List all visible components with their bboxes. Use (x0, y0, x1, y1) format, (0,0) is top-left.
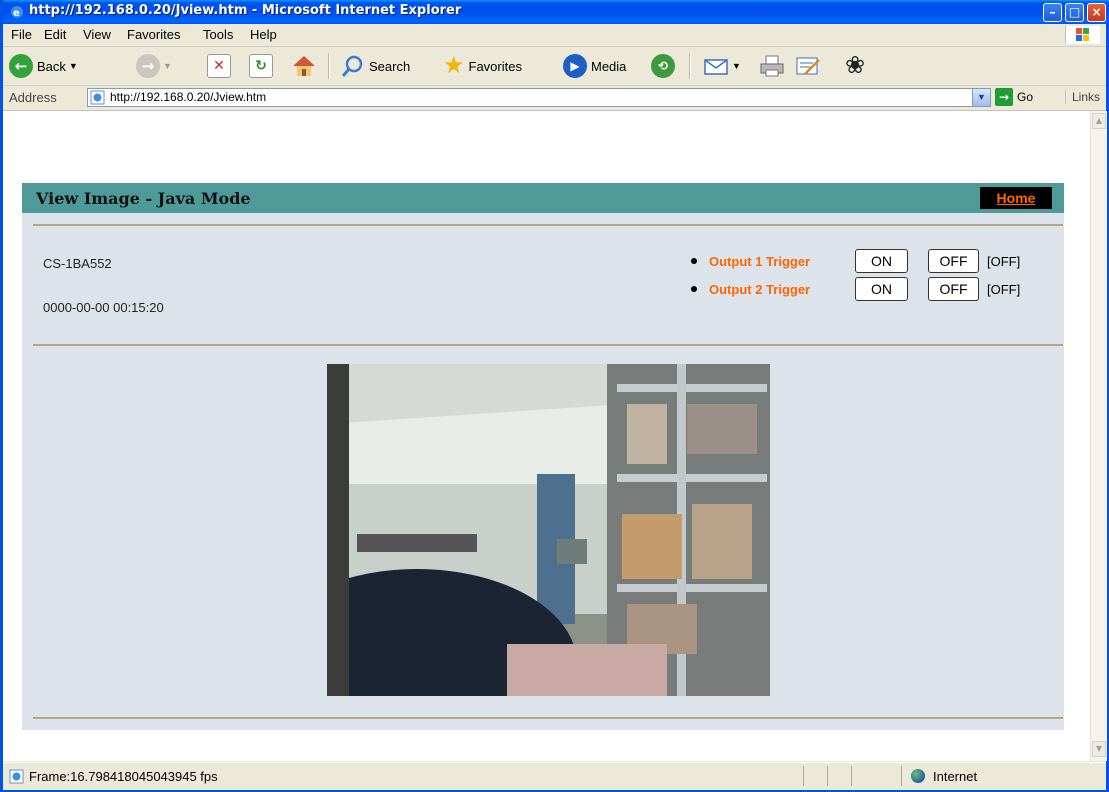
vertical-scrollbar[interactable]: ▲ ▼ (1090, 111, 1107, 761)
refresh-button[interactable]: ↻ (249, 52, 273, 80)
svg-text:e: e (13, 8, 20, 19)
links-button[interactable]: Links (1065, 90, 1100, 104)
zone-text: Internet (933, 769, 978, 784)
divider (33, 344, 1063, 347)
scroll-up-icon[interactable]: ▲ (1092, 113, 1106, 129)
output-1-state: [OFF] (987, 253, 1021, 269)
scroll-down-icon[interactable]: ▼ (1092, 741, 1106, 757)
output-2-row: Output 2 Trigger ON OFF [OFF] (691, 276, 1020, 302)
back-button[interactable]: ← Back ▼ (9, 52, 78, 80)
home-icon (293, 56, 315, 76)
minimize-icon[interactable]: – (1043, 3, 1062, 22)
window-title: http://192.168.0.20/Jview.htm - Microsof… (29, 3, 462, 18)
panel-header: View Image - Java Mode Home (22, 183, 1064, 213)
status-bar: Frame:16.798418045043945 fps Internet (3, 762, 1106, 790)
stop-button[interactable]: ✕ (207, 52, 231, 80)
search-button[interactable]: Search (341, 52, 410, 80)
menu-help[interactable]: Help (250, 27, 277, 42)
menu-edit[interactable]: Edit (44, 27, 66, 42)
home-button[interactable] (291, 52, 317, 80)
status-text: Frame:16.798418045043945 fps (29, 769, 218, 784)
output-2-label: Output 2 Trigger (709, 281, 811, 297)
close-icon[interactable]: × (1087, 3, 1106, 22)
divider (33, 717, 1063, 720)
media-icon: ▶ (563, 54, 587, 78)
address-bar: Address http://192.168.0.20/Jview.htm ▼ … (3, 86, 1106, 111)
edit-button[interactable] (795, 52, 821, 80)
page-icon (9, 769, 24, 784)
printer-icon (760, 55, 784, 77)
address-label: Address (9, 90, 57, 105)
output-1-label: Output 1 Trigger (709, 253, 811, 269)
ie-logo-icon: e (11, 6, 23, 19)
chevron-down-icon[interactable]: ▼ (69, 61, 78, 71)
camera-image (327, 364, 770, 696)
output-2-on-button[interactable]: ON (855, 277, 908, 301)
browser-window: e http://192.168.0.20/Jview.htm - Micros… (0, 0, 1109, 792)
standard-toolbar: ← Back ▼ → ▼ ✕ ↻ Search ★ Favorites ▶ Me… (3, 47, 1106, 86)
refresh-icon: ↻ (249, 54, 273, 78)
chevron-down-icon[interactable]: ▼ (163, 61, 172, 71)
chevron-down-icon[interactable]: ▼ (732, 61, 741, 71)
device-name: CS-1BA552 (43, 256, 112, 271)
mail-button[interactable]: ▼ (703, 52, 741, 80)
output-1-off-button[interactable]: OFF (928, 249, 979, 273)
menu-bar: File Edit View Favorites Tools Help (3, 24, 1106, 47)
back-arrow-icon: ← (9, 54, 33, 78)
windows-logo-icon (1065, 26, 1100, 44)
messenger-button[interactable]: ❀ (845, 52, 865, 80)
menu-favorites[interactable]: Favorites (127, 27, 180, 42)
title-bar[interactable]: e http://192.168.0.20/Jview.htm - Micros… (3, 0, 1109, 24)
maximize-icon[interactable]: □ (1065, 3, 1084, 22)
home-link[interactable]: Home (980, 187, 1052, 209)
output-1-row: Output 1 Trigger ON OFF [OFF] (691, 248, 1020, 274)
history-button[interactable]: ⟲ (651, 52, 675, 80)
output-2-off-button[interactable]: OFF (928, 277, 979, 301)
menu-view[interactable]: View (83, 27, 111, 42)
stop-icon: ✕ (207, 54, 231, 78)
chevron-down-icon[interactable]: ▼ (972, 89, 990, 106)
address-input[interactable]: http://192.168.0.20/Jview.htm ▼ (87, 88, 991, 107)
output-1-on-button[interactable]: ON (855, 249, 908, 273)
mail-icon (704, 59, 728, 75)
edit-icon (796, 57, 820, 75)
globe-icon (911, 769, 925, 783)
datetime: 0000-00-00 00:15:20 (43, 300, 164, 315)
media-button[interactable]: ▶ Media (563, 52, 626, 80)
forward-button[interactable]: → ▼ (136, 52, 172, 80)
go-arrow-icon: → (995, 88, 1013, 106)
favorites-button[interactable]: ★ Favorites (443, 52, 522, 80)
print-button[interactable] (759, 52, 785, 80)
forward-arrow-icon: → (136, 54, 160, 78)
menu-file[interactable]: File (11, 27, 32, 42)
divider (33, 224, 1063, 227)
output-2-state: [OFF] (987, 281, 1021, 297)
menu-tools[interactable]: Tools (203, 27, 233, 42)
star-icon: ★ (443, 52, 465, 79)
flower-icon: ❀ (845, 52, 866, 79)
go-button[interactable]: → Go (995, 88, 1033, 106)
search-icon (341, 55, 363, 77)
address-url: http://192.168.0.20/Jview.htm (110, 90, 267, 104)
page-title: View Image - Java Mode (36, 189, 251, 208)
page-icon (90, 90, 105, 105)
history-icon: ⟲ (651, 54, 675, 78)
